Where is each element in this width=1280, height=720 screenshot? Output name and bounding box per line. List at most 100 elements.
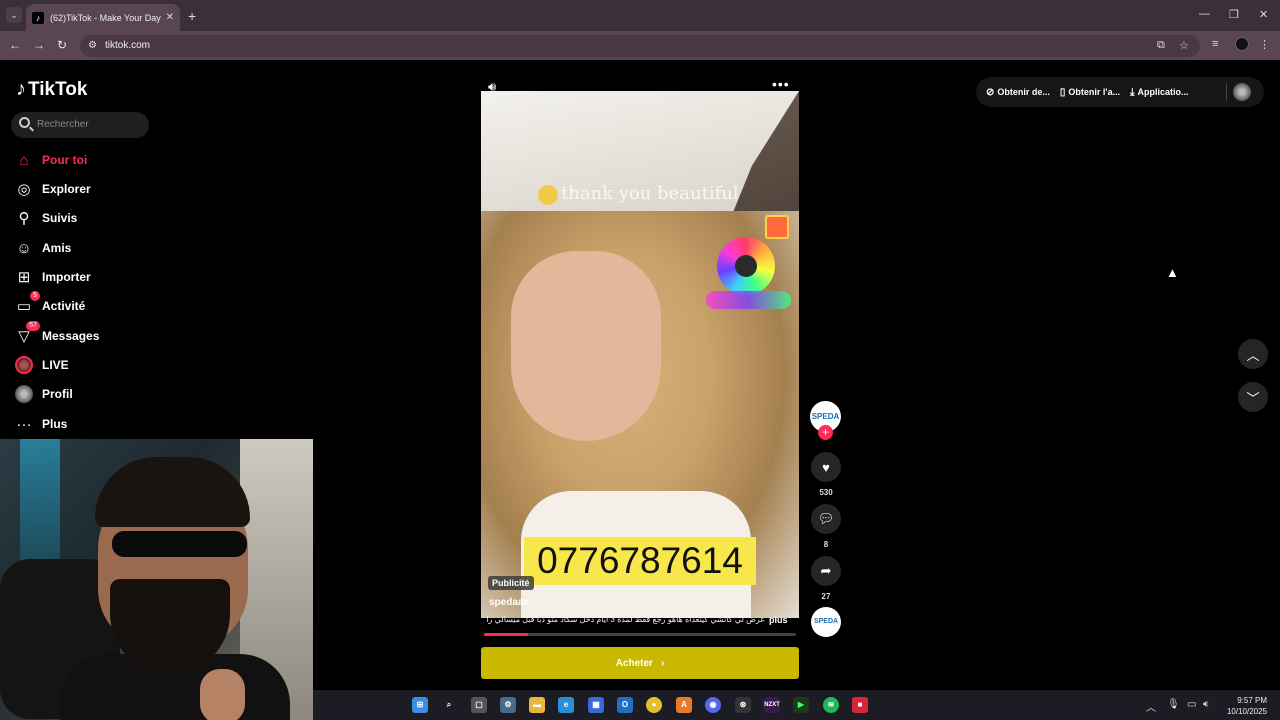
video-progress-bar[interactable] [484,633,796,636]
live-icon [14,355,34,375]
address-bar[interactable]: ⚙ tiktok.com ⧉ ☆ [80,35,1200,57]
video-author[interactable]: spedaax [489,597,529,608]
sidebar-item-live[interactable]: LIVE [14,353,69,377]
like-button[interactable]: ♥ [811,452,841,482]
taskbar-clock[interactable]: 9:57 PM 10/10/2025 [1222,695,1267,717]
minimize-icon[interactable]: — [1199,8,1210,20]
more-icon: ··· [16,415,32,433]
discord-icon[interactable]: ◉ [705,697,721,713]
chevron-up-icon: ︿ [1246,347,1260,363]
webcam-person-hand [200,669,245,720]
sidebar-item-activite[interactable]: ▭ 5 Activité [14,291,85,318]
music-disc[interactable]: SPEDA [811,607,841,637]
steam-icon[interactable]: ⊛ [735,697,751,713]
microphone-icon[interactable]: 🎙︎ [1167,699,1180,710]
site-info-icon[interactable]: ⚙ [88,40,97,51]
reload-icon[interactable]: ↻ [57,38,67,52]
browser-menu-icon[interactable]: ⋮ [1259,38,1270,51]
task-view-icon[interactable]: ▢ [471,697,487,713]
buy-button-label: Acheter [615,657,653,669]
file-explorer-icon[interactable]: ▬ [529,697,545,713]
sidebar-item-amis[interactable]: ☺ Amis [14,236,71,260]
outlook-icon[interactable]: O [617,697,633,713]
comment-button[interactable]: 💬︎ [811,504,841,534]
profile-icon [14,384,34,404]
messages-badge: 57 [26,321,40,331]
description-more-link[interactable]: plus [769,615,788,625]
webcam-overlay [0,439,313,720]
chrome-icon[interactable]: ● [646,697,662,713]
window-close-icon[interactable]: ✕ [1259,8,1268,21]
sidebar-item-label: Messages [42,329,100,343]
tab-close-icon[interactable]: ✕ [166,12,174,23]
browser-toolbar: ← → ↻ ⚙ tiktok.com ⧉ ☆ ≡ ⋮ [0,31,1280,60]
forward-icon[interactable]: → [33,38,45,52]
media-controls-icon[interactable]: ≡ [1212,38,1218,50]
store-icon[interactable]: ▦ [588,697,604,713]
get-app-button[interactable]: ▯ Obtenir l'a... [1060,87,1120,98]
sidebar-item-label: Suivis [42,211,78,225]
video-progress-fill [484,633,528,636]
video-more-icon[interactable]: ••• [772,76,790,92]
messages-icon: ▽ 57 [14,321,40,346]
new-tab-icon[interactable]: + [188,8,196,24]
upload-icon: ⊞ [17,269,31,286]
top-right-actions: ⊘ Obtenir de... ▯ Obtenir l'a... ⤓ Applicat… [976,77,1264,107]
ad-tag: Publicité [488,576,534,590]
led-strip-icon [706,291,791,309]
gift-icon [765,215,789,239]
app-icon-red[interactable]: ■ [852,697,868,713]
next-video-button[interactable]: ﹀ [1238,382,1268,412]
back-icon[interactable]: ← [9,38,21,52]
comment-icon: 💬︎ [817,511,835,526]
get-coins-label: Obtenir de... [997,87,1050,97]
tab-list-button[interactable]: ⌄ [6,7,22,23]
sidebar-item-suivis[interactable]: ⚲ Suivis [14,206,78,230]
spotify-icon[interactable]: ≋ [823,697,839,713]
desktop-app-button[interactable]: ⤓ Applicatio... [1130,87,1188,98]
settings-gear-icon[interactable]: ⚙ [500,697,516,713]
heart-icon: ♥ [822,459,830,475]
windows-start-icon[interactable]: ⊞ [412,697,428,713]
chevron-right-icon: › [660,657,665,669]
bookmark-star-icon[interactable]: ☆ [1179,39,1189,52]
download-icon: ⤓ [1130,86,1135,98]
restore-icon[interactable]: ❐ [1229,8,1239,21]
sidebar-item-pour-toi[interactable]: ⌂ Pour toi [14,148,87,172]
logo-text: TikTok [28,78,88,100]
network-icon[interactable]: ▭ [1187,699,1196,710]
previous-video-button[interactable]: ︿ [1238,339,1268,369]
browser-profile-avatar[interactable] [1235,37,1249,51]
sidebar-item-profil[interactable]: Profil [14,382,73,406]
edge-icon[interactable]: e [558,697,574,713]
nzxt-icon[interactable]: NZXT [764,697,780,713]
webcam-person-glasses [112,531,247,557]
user-avatar[interactable] [1233,83,1251,101]
get-coins-button[interactable]: ⊘ Obtenir de... [986,87,1050,98]
tray-chevron-up-icon[interactable]: ︿ [1146,699,1156,714]
video-player[interactable]: thank you beautiful 0776787614 Publicité… [481,91,799,618]
phone-icon: ▯ [1059,86,1066,98]
office-app-icon[interactable]: A [676,697,692,713]
sidebar-item-messages[interactable]: ▽ 57 Messages [14,321,100,348]
search-placeholder: Rechercher [37,119,89,130]
buy-button[interactable]: Acheter › [481,647,799,679]
search-input[interactable]: Rechercher [11,112,149,138]
clock-time: 9:57 PM [1237,696,1267,705]
sidebar-item-importer[interactable]: ⊞ Importer [14,265,91,289]
activity-badge: 5 [30,291,40,301]
speaker-icon[interactable]: 🔉︎ [1203,699,1209,710]
tiktok-note-icon: ♪ [16,78,26,100]
install-app-icon[interactable]: ⧉ [1157,39,1165,52]
browser-tab[interactable]: ♪ (62)TikTok - Make Your Day ✕ [26,4,180,31]
share-button[interactable]: ➦ [811,556,841,586]
home-icon: ⌂ [19,151,29,169]
sidebar-item-explorer[interactable]: ◎ Explorer [14,177,90,201]
media-player-icon[interactable]: ▶ [793,697,809,713]
follow-plus-icon[interactable]: + [818,425,833,440]
tab-title: (62)TikTok - Make Your Day [50,12,161,23]
taskbar-search-icon[interactable]: ⌕ [441,697,457,713]
webcam-led-light [20,439,60,579]
sidebar-item-plus[interactable]: ··· Plus [14,412,68,436]
tiktok-logo[interactable]: ♪ TikTok [16,78,87,101]
